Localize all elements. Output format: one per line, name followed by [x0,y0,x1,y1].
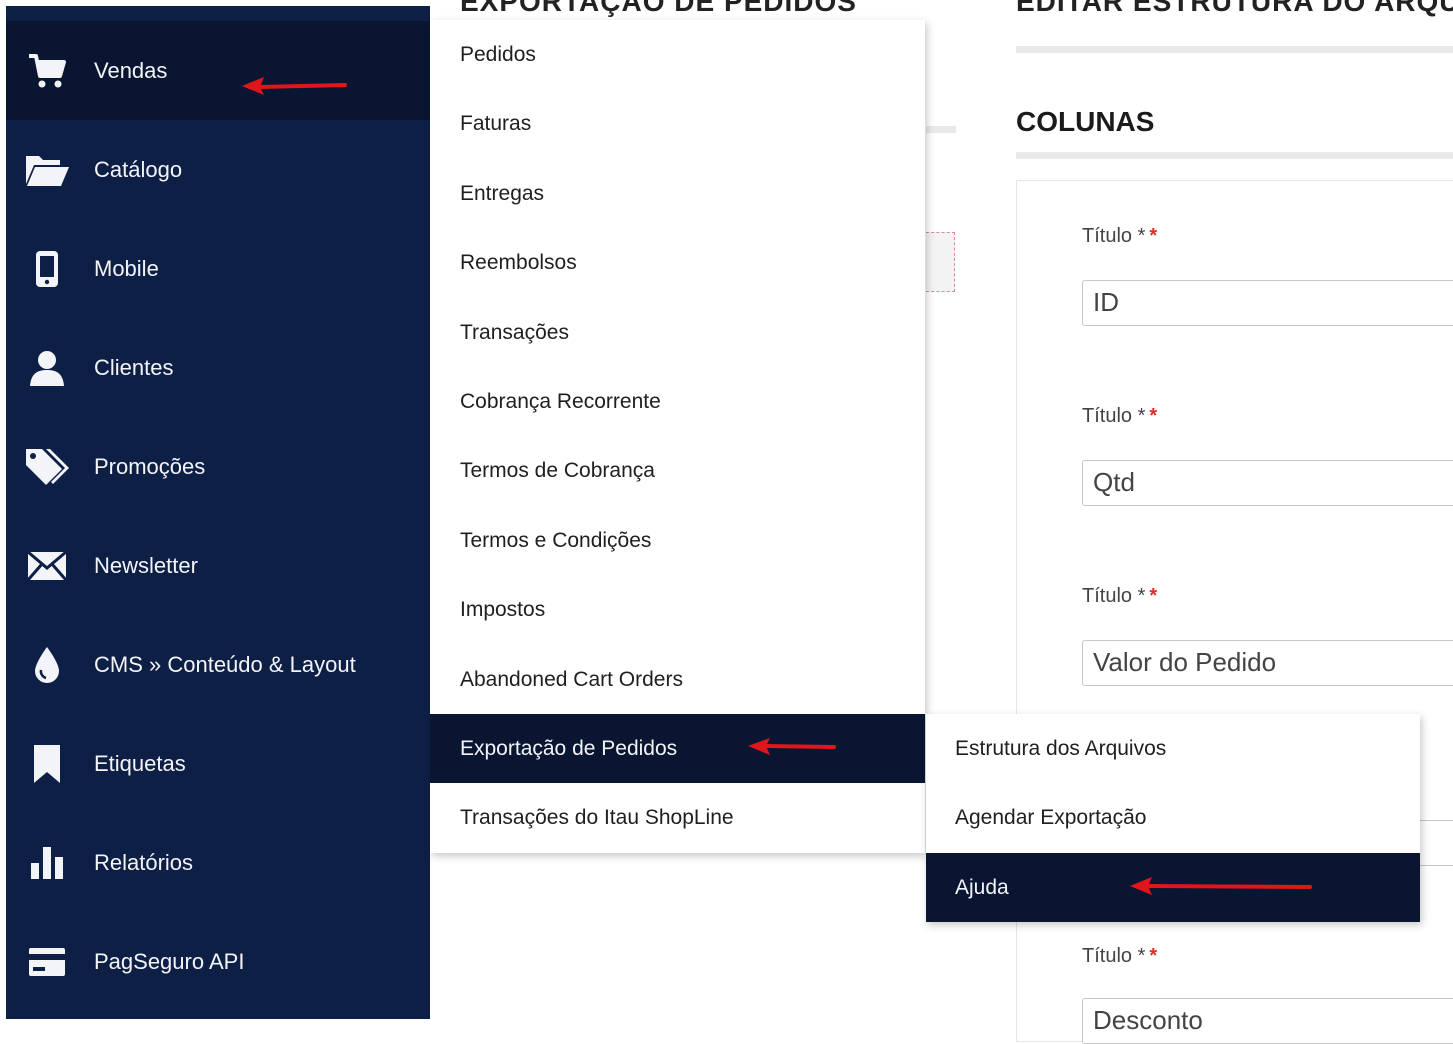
required-mark: * [1149,225,1158,247]
submenu-item-label: Transações [460,320,569,344]
submenu-item-label: Transações do Itau ShopLine [460,805,734,829]
sidebar-item-label: Mobile [94,255,159,281]
submenu-item-cobranca-recorrente[interactable]: Cobrança Recorrente [430,367,925,436]
submenu-item-label: Ajuda [955,875,1009,899]
sidebar-item-etiquetas[interactable]: Etiquetas [6,714,430,813]
admin-sidebar: Vendas Catálogo Mobile Clientes Promoçõe… [6,6,430,1019]
columns-divider [1016,152,1453,159]
sidebar-item-label: Vendas [94,57,168,83]
submenu-item-label: Estrutura dos Arquivos [955,736,1167,760]
edit-structure-heading: EDITAR ESTRUTURA DO ARQUIVO [1016,0,1453,17]
required-mark: * [1149,405,1158,427]
submenu-item-reembolsos[interactable]: Reembolsos [430,228,925,297]
submenu-item-impostos[interactable]: Impostos [430,575,925,644]
sidebar-item-catalogo[interactable]: Catálogo [6,120,430,219]
envelope-icon [24,543,70,589]
submenu-item-abandoned-cart[interactable]: Abandoned Cart Orders [430,645,925,714]
annotation-arrow-icon [242,77,347,95]
folder-open-icon [24,147,70,193]
credit-card-icon [24,939,70,985]
left-form-field [926,232,955,292]
export-page-heading: EXPORTAÇÃO DE PEDIDOS [460,0,857,17]
sidebar-item-label: Etiquetas [94,750,186,776]
annotation-arrow-icon [1130,877,1312,895]
submenu-item-label: Exportação de Pedidos [460,736,678,760]
submenu-item-agendar-exportacao[interactable]: Agendar Exportação [926,783,1420,852]
sidebar-item-pagseguro[interactable]: PagSeguro API [6,912,430,1011]
sidebar-item-cms[interactable]: CMS » Conteúdo & Layout [6,615,430,714]
submenu-item-label: Abandoned Cart Orders [460,667,683,691]
field-label-title: Título * * [1082,945,1158,967]
submenu-item-termos-cobranca[interactable]: Termos de Cobrança [430,436,925,505]
left-section-divider [926,126,956,133]
submenu-item-label: Faturas [460,111,532,135]
title-input[interactable]: Desconto [1082,998,1453,1044]
submenu-item-label: Pedidos [460,42,536,66]
sidebar-item-label: Promoções [94,453,206,479]
droplet-icon [24,642,70,688]
sidebar-item-clientes[interactable]: Clientes [6,318,430,417]
submenu-item-entregas[interactable]: Entregas [430,159,925,228]
submenu-item-label: Agendar Exportação [955,805,1147,829]
sidebar-item-relatorios[interactable]: Relatórios [6,813,430,912]
bookmark-icon [24,741,70,787]
submenu-item-exportacao-pedidos[interactable]: Exportação de Pedidos [430,714,925,783]
title-input[interactable]: ID [1082,280,1453,326]
columns-title: COLUNAS [1016,106,1155,137]
submenu-item-label: Termos de Cobrança [460,458,655,482]
bar-chart-icon [24,840,70,886]
title-input[interactable]: Valor do Pedido [1082,640,1453,686]
field-label-title: Título * * [1082,225,1158,247]
sidebar-item-vendas[interactable]: Vendas [6,21,430,120]
submenu-item-itau-shopline[interactable]: Transações do Itau ShopLine [430,783,925,852]
sidebar-item-label: Catálogo [94,156,183,182]
annotation-arrow-icon [748,738,836,755]
submenu-item-faturas[interactable]: Faturas [430,89,925,158]
submenu-item-label: Impostos [460,597,546,621]
sidebar-item-label: PagSeguro API [94,948,245,974]
vendas-submenu: Pedidos Faturas Entregas Reembolsos Tran… [430,20,925,853]
submenu-item-pedidos[interactable]: Pedidos [430,20,925,89]
submenu-item-estrutura-arquivos[interactable]: Estrutura dos Arquivos [926,714,1420,783]
user-icon [24,345,70,391]
submenu-item-transacoes[interactable]: Transações [430,298,925,367]
title-input[interactable]: Qtd [1082,460,1453,506]
sidebar-item-label: Relatórios [94,849,194,875]
required-mark: * [1149,585,1158,607]
submenu-item-label: Cobrança Recorrente [460,389,661,413]
sidebar-item-promocoes[interactable]: Promoções [6,417,430,516]
heading-divider [1016,46,1453,53]
field-label-title: Título * * [1082,405,1158,427]
submenu-item-label: Reembolsos [460,250,577,274]
mobile-icon [24,246,70,292]
tags-icon [24,444,70,490]
sidebar-item-label: CMS » Conteúdo & Layout [94,651,356,677]
sidebar-item-mobile[interactable]: Mobile [6,219,430,318]
sidebar-item-label: Clientes [94,354,174,380]
sidebar-item-label: Newsletter [94,552,198,578]
required-mark: * [1149,945,1158,967]
submenu-item-termos-condicoes[interactable]: Termos e Condições [430,506,925,575]
field-label-title: Título * * [1082,585,1158,607]
cart-icon [24,48,70,94]
submenu-item-label: Entregas [460,181,545,205]
submenu-item-label: Termos e Condições [460,528,652,552]
sidebar-item-newsletter[interactable]: Newsletter [6,516,430,615]
